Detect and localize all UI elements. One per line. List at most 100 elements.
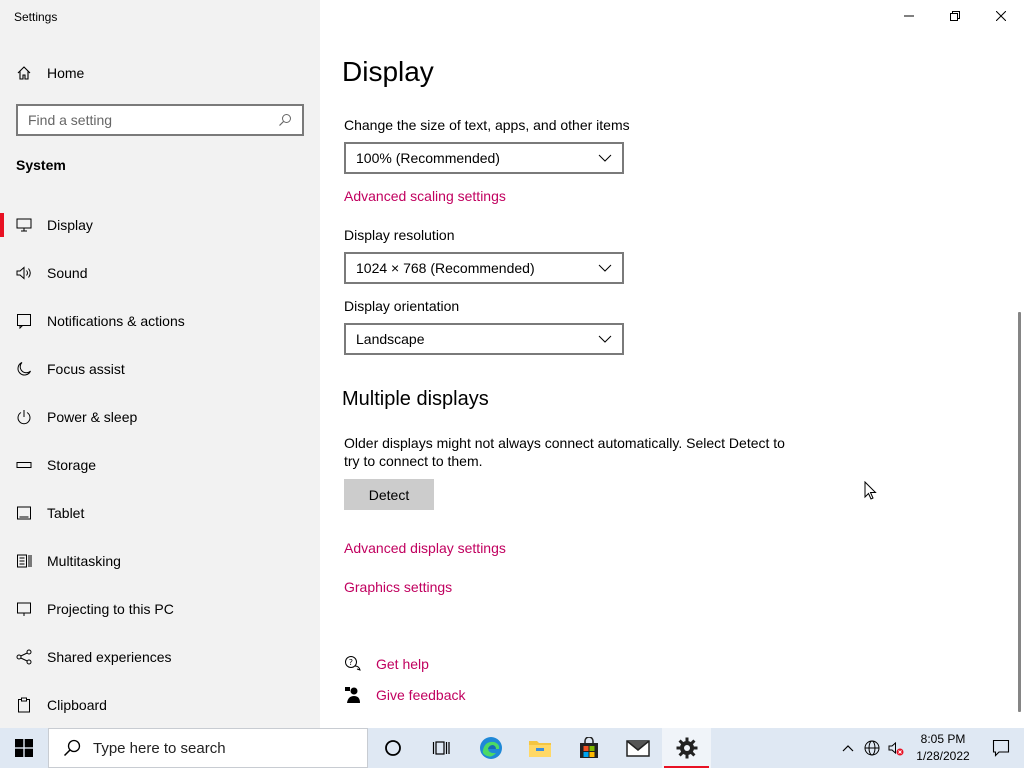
taskbar-search-box[interactable]: Type here to search <box>48 728 368 768</box>
edge-button[interactable] <box>466 728 515 768</box>
cortana-icon <box>384 740 401 756</box>
sidebar: Settings Home System Display Sound Notif… <box>0 0 320 728</box>
orientation-value: Landscape <box>356 331 425 347</box>
sidebar-item-label: Sound <box>47 265 88 281</box>
get-help-link[interactable]: Get help <box>376 656 429 672</box>
clock-time: 8:05 PM <box>920 732 966 746</box>
graphics-settings-link[interactable]: Graphics settings <box>344 579 452 595</box>
sidebar-item-label: Multitasking <box>47 553 121 569</box>
get-help-row[interactable]: ? Get help <box>344 655 429 673</box>
sidebar-item-power-sleep[interactable]: Power & sleep <box>0 393 320 441</box>
taskbar-search-placeholder: Type here to search <box>93 739 226 757</box>
main-content: Display Change the size of text, apps, a… <box>320 0 1024 728</box>
page-title: Display <box>342 56 434 87</box>
give-feedback-link[interactable]: Give feedback <box>376 687 466 703</box>
volume-muted-icon <box>888 741 904 756</box>
cortana-button[interactable] <box>368 728 417 768</box>
task-view-icon <box>432 741 450 755</box>
mail-icon <box>625 740 650 757</box>
file-explorer-button[interactable] <box>515 728 564 768</box>
task-view-button[interactable] <box>417 728 466 768</box>
advanced-scaling-link[interactable]: Advanced scaling settings <box>344 188 506 204</box>
mouse-cursor-icon <box>864 481 877 500</box>
storage-icon <box>16 457 32 473</box>
find-setting-input[interactable] <box>28 112 278 128</box>
sidebar-item-label: Clipboard <box>47 697 107 713</box>
feedback-person-icon <box>344 686 362 704</box>
project-icon <box>16 601 32 617</box>
scale-label: Change the size of text, apps, and other… <box>344 117 630 133</box>
sidebar-item-label: Focus assist <box>47 361 125 377</box>
chevron-up-icon <box>842 745 854 752</box>
section-title-system: System <box>16 157 66 173</box>
start-button[interactable] <box>0 728 48 768</box>
action-center-icon <box>992 739 1010 757</box>
power-icon <box>16 409 32 425</box>
sidebar-nav: Display Sound Notifications & actions Fo… <box>0 201 320 729</box>
clock[interactable]: 8:05 PM 1/28/2022 <box>908 731 978 765</box>
chevron-down-icon <box>598 335 612 343</box>
detect-button[interactable]: Detect <box>344 479 434 510</box>
sidebar-item-clipboard[interactable]: Clipboard <box>0 681 320 729</box>
sidebar-item-label: Display <box>47 217 93 233</box>
sidebar-item-label: Power & sleep <box>47 409 138 425</box>
find-setting-search[interactable] <box>16 104 304 136</box>
vertical-scrollbar[interactable] <box>1018 312 1021 712</box>
share-icon <box>16 649 32 665</box>
mail-button[interactable] <box>613 728 662 768</box>
scale-dropdown[interactable]: 100% (Recommended) <box>344 142 624 174</box>
sidebar-item-display[interactable]: Display <box>0 201 320 249</box>
sidebar-item-label: Storage <box>47 457 97 473</box>
sidebar-item-notifications[interactable]: Notifications & actions <box>0 297 320 345</box>
settings-icon <box>676 737 697 759</box>
clipboard-icon <box>16 697 32 713</box>
clock-date: 1/28/2022 <box>916 749 970 763</box>
sidebar-item-focus-assist[interactable]: Focus assist <box>0 345 320 393</box>
advanced-display-settings-link[interactable]: Advanced display settings <box>344 540 506 556</box>
show-hidden-icons-button[interactable] <box>836 728 860 768</box>
sidebar-item-label: Tablet <box>47 505 85 521</box>
sidebar-item-label: Notifications & actions <box>47 313 185 329</box>
sidebar-item-multitasking[interactable]: Multitasking <box>0 537 320 585</box>
tablet-icon <box>16 505 32 521</box>
sidebar-item-sound[interactable]: Sound <box>0 249 320 297</box>
sidebar-item-projecting[interactable]: Projecting to this PC <box>0 585 320 633</box>
volume-button[interactable] <box>884 728 908 768</box>
app-title: Settings <box>14 10 58 24</box>
resolution-dropdown[interactable]: 1024 × 768 (Recommended) <box>344 252 624 284</box>
globe-network-icon <box>864 740 880 756</box>
scale-value: 100% (Recommended) <box>356 150 500 166</box>
home-nav-item[interactable]: Home <box>16 63 84 83</box>
store-button[interactable] <box>564 728 613 768</box>
settings-taskbar-button[interactable] <box>662 728 711 768</box>
multitasking-icon <box>16 553 32 569</box>
give-feedback-row[interactable]: Give feedback <box>344 686 466 704</box>
sidebar-item-label: Shared experiences <box>47 649 172 665</box>
sidebar-item-shared-experiences[interactable]: Shared experiences <box>0 633 320 681</box>
svg-text:?: ? <box>349 658 353 667</box>
search-icon <box>63 739 81 757</box>
windows-logo-icon <box>15 739 33 757</box>
home-icon <box>16 65 32 81</box>
speaker-icon <box>16 265 32 281</box>
resolution-value: 1024 × 768 (Recommended) <box>356 260 535 276</box>
moon-icon <box>16 361 32 377</box>
orientation-label: Display orientation <box>344 298 460 314</box>
resolution-label: Display resolution <box>344 227 455 243</box>
sidebar-item-tablet[interactable]: Tablet <box>0 489 320 537</box>
edge-icon <box>479 737 502 759</box>
chevron-down-icon <box>598 264 612 272</box>
file-explorer-icon <box>528 741 551 757</box>
orientation-dropdown[interactable]: Landscape <box>344 323 624 355</box>
taskbar: Type here to search 8:05 PM 1/28/2022 <box>0 728 1024 768</box>
search-icon[interactable] <box>278 113 292 127</box>
multiple-displays-description: Older displays might not always connect … <box>344 435 785 469</box>
multiple-displays-heading: Multiple displays <box>342 388 489 410</box>
action-center-button[interactable] <box>978 728 1024 768</box>
network-button[interactable] <box>860 728 884 768</box>
chevron-down-icon <box>598 154 612 162</box>
sidebar-item-storage[interactable]: Storage <box>0 441 320 489</box>
sidebar-item-label: Projecting to this PC <box>47 601 174 617</box>
store-icon <box>579 737 598 758</box>
home-label: Home <box>47 65 85 81</box>
